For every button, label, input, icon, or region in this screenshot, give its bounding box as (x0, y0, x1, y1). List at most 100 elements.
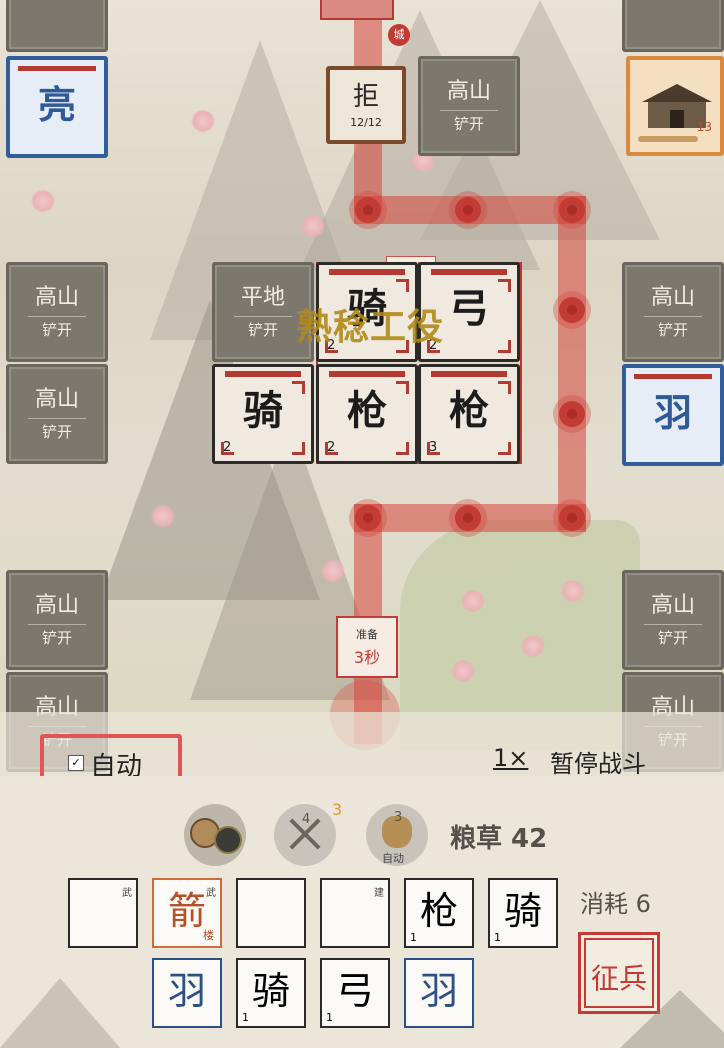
corner-bracket (396, 279, 409, 292)
slot-tag: 武 (206, 888, 216, 899)
unit-health-bar (431, 269, 507, 275)
enemy-label: 亮 (37, 83, 76, 127)
card-count: 1 (326, 1011, 333, 1024)
bag-num: 3 (394, 810, 403, 825)
path-node (455, 197, 481, 223)
card-sub: 楼 (203, 929, 214, 942)
unit-label: 枪 (449, 388, 489, 434)
spear-card[interactable]: 枪 1 (404, 878, 474, 948)
mountain-tile[interactable]: 高山 铲开 (6, 570, 108, 670)
unit-health-bar (329, 269, 405, 275)
general-card[interactable]: 羽 (152, 958, 222, 1028)
tile-divider (234, 316, 292, 317)
build-slot[interactable]: 建 (320, 878, 390, 948)
mountain-tile[interactable]: 铲开 (622, 0, 724, 52)
spawn-timer: 3秒 (353, 648, 381, 667)
mountain-tile[interactable]: 高山 铲开 (622, 262, 724, 362)
barricade-tile[interactable]: 拒 12/12 (326, 66, 406, 144)
grain-counter: 粮草 42 (450, 824, 548, 854)
unit-health-bar (329, 371, 405, 377)
tile-dig-label: 铲开 (41, 321, 72, 339)
unit-health-bar (225, 371, 301, 377)
tree-blossom (300, 215, 326, 237)
barricade-label: 拒 (352, 82, 379, 112)
tile-title: 高山 (650, 285, 695, 310)
mountain-tile[interactable]: 高山 铲开 (6, 262, 108, 362)
tile-divider (440, 110, 498, 111)
mountain-tile[interactable]: 铲开 (6, 0, 108, 52)
card-label: 羽 (419, 969, 458, 1013)
supply-bag-skill[interactable]: 3 自动 (366, 804, 428, 866)
corner-bracket (498, 442, 511, 455)
tree-blossom (520, 635, 546, 657)
unit-label: 骑 (243, 388, 283, 434)
battle-map: 城 拒 12/12 铲开 铲开 高山 铲开 高山 铲开 高山 铲开 平地 铲开 … (0, 0, 724, 776)
corner-bracket (292, 442, 305, 455)
drum-gong-skill[interactable] (184, 804, 246, 866)
pause-battle-button[interactable]: 暂停战斗 (550, 744, 646, 776)
unit-health-bar (431, 371, 507, 377)
mountain-tile[interactable]: 高山 铲开 (6, 364, 108, 464)
corner-bracket (221, 442, 234, 455)
enemy-general-tile[interactable]: 羽 (622, 364, 724, 466)
mountain-scenery (0, 978, 120, 1048)
tools-skill[interactable]: 4 (274, 804, 336, 866)
mountain-tile[interactable]: 高山 铲开 (622, 570, 724, 670)
tile-title: 高山 (34, 387, 79, 412)
spawn-label: 准备 (356, 628, 378, 641)
general-card[interactable]: 羽 (404, 958, 474, 1028)
tile-divider (28, 316, 86, 317)
empty-slot[interactable] (236, 878, 306, 948)
tile-divider (644, 316, 702, 317)
enemy-general-tile[interactable]: 亮 (6, 56, 108, 158)
unit-tile-spear[interactable]: 枪 3 (418, 364, 520, 464)
tile-dig-label: 铲开 (453, 115, 484, 133)
speed-button[interactable]: 1× (493, 744, 528, 772)
corner-bracket (325, 442, 338, 455)
corner-bracket (498, 340, 511, 353)
tile-dig-label: 铲开 (625, 0, 721, 1)
mountain-scenery (620, 990, 724, 1048)
enemy-path (558, 196, 586, 530)
corner-bracket (292, 381, 305, 394)
card-label: 羽 (167, 969, 206, 1013)
weapon-slot[interactable]: 武 (68, 878, 138, 948)
card-label: 骑 (251, 969, 290, 1013)
cavalry-card[interactable]: 骑 1 (488, 878, 558, 948)
arrow-tower-card[interactable]: 武 箭 楼 (152, 878, 222, 948)
gong-icon (214, 826, 242, 854)
mountain-tile[interactable]: 高山 铲开 (418, 56, 520, 156)
checkmark-icon: ✓ (71, 756, 81, 769)
unit-label: 枪 (347, 388, 387, 434)
tile-title: 高山 (34, 593, 79, 618)
gate-city-badge: 城 (388, 24, 410, 46)
corner-bracket (498, 279, 511, 292)
tree-blossom (560, 580, 586, 602)
unit-tile-spear[interactable]: 枪 2 (316, 364, 418, 464)
tree-blossom (460, 590, 486, 612)
spawn-point: 准备 3秒 (336, 616, 398, 678)
slot-tag: 建 (374, 888, 384, 899)
skill-num: 4 (302, 812, 311, 827)
unit-tile-cavalry[interactable]: 骑 2 (212, 364, 314, 464)
tile-dig-label: 铲开 (657, 321, 688, 339)
tile-dig-label: 铲开 (41, 423, 72, 441)
auto-label[interactable]: 自动 (90, 746, 142, 776)
tree-blossom (30, 190, 56, 212)
gate-city-label: 城 (393, 28, 405, 41)
building-tile[interactable]: 13 (626, 56, 724, 156)
cavalry-card[interactable]: 骑 1 (236, 958, 306, 1028)
auto-checkbox[interactable]: ✓ (68, 755, 84, 771)
tile-title: 高山 (446, 79, 491, 104)
corner-bracket (498, 381, 511, 394)
archer-card[interactable]: 弓 1 (320, 958, 390, 1028)
building-progress (638, 136, 698, 142)
enemy-health-bar (634, 374, 712, 379)
tree-blossom (190, 110, 216, 132)
card-count: 1 (410, 931, 417, 944)
enemy-label: 羽 (653, 391, 692, 435)
tree-blossom (320, 560, 346, 582)
corner-bracket (396, 442, 409, 455)
card-label: 枪 (419, 889, 458, 933)
tile-divider (28, 624, 86, 625)
